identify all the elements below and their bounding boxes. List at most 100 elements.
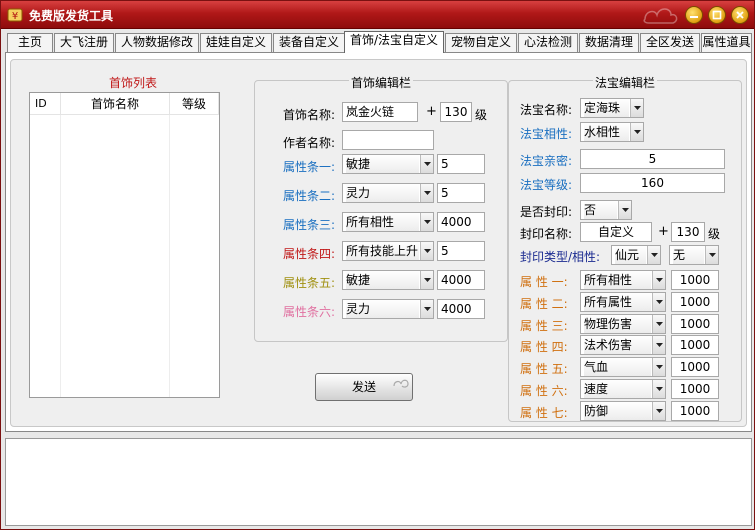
jewelry-attr-value-input[interactable]: 4000 bbox=[437, 212, 485, 232]
treasure-name-select[interactable]: 定海珠 bbox=[580, 98, 644, 118]
tab-data-cleanup[interactable]: 数据清理 bbox=[579, 33, 639, 52]
plus-sign: + bbox=[426, 104, 437, 119]
treasure-attr-select[interactable]: 气血 bbox=[580, 357, 666, 378]
seal-type-label: 封印类型/相性: bbox=[520, 250, 601, 264]
treasure-level-label: 法宝等级: bbox=[520, 178, 573, 192]
treasure-attr-value-input[interactable]: 1000 bbox=[671, 313, 719, 334]
tab-panel: 首饰列表 ID 首饰名称 等级 首饰编辑栏 首饰名称: 岚金火链 + 130 级… bbox=[5, 52, 752, 432]
author-name-label: 作者名称: bbox=[283, 136, 336, 150]
seal-phase-select[interactable]: 无 bbox=[669, 245, 719, 265]
chevron-down-icon bbox=[630, 99, 643, 117]
tab-pet-custom[interactable]: 宠物自定义 bbox=[445, 33, 517, 52]
chevron-down-icon bbox=[420, 300, 433, 318]
treasure-attr-select[interactable]: 所有属性 bbox=[580, 291, 666, 312]
jewelry-attr-select[interactable]: 灵力 bbox=[342, 183, 434, 203]
jewelry-attr-value-input[interactable]: 4000 bbox=[437, 270, 485, 290]
tab-home[interactable]: 主页 bbox=[7, 33, 53, 52]
jewelry-name-input[interactable]: 岚金火链 bbox=[342, 102, 418, 122]
cloud-ornament-icon bbox=[643, 8, 678, 24]
seal-type-select[interactable]: 仙元 bbox=[611, 245, 661, 265]
maximize-icon bbox=[712, 10, 722, 20]
treasure-attr-value-input[interactable]: 1000 bbox=[671, 379, 719, 399]
chevron-down-icon bbox=[652, 314, 665, 333]
tab-equipment-custom[interactable]: 装备自定义 bbox=[273, 33, 345, 52]
chevron-down-icon bbox=[705, 246, 718, 264]
send-button[interactable]: 发送 bbox=[315, 373, 413, 401]
chevron-down-icon bbox=[420, 242, 433, 260]
chevron-down-icon bbox=[652, 271, 665, 289]
treasure-attr-select[interactable]: 速度 bbox=[580, 379, 666, 399]
close-button[interactable] bbox=[731, 6, 749, 24]
tab-doll-custom[interactable]: 娃娃自定义 bbox=[200, 33, 272, 52]
plus-sign: + bbox=[658, 224, 669, 239]
treasure-phase-select[interactable]: 水相性 bbox=[580, 122, 644, 142]
list-column-id[interactable]: ID bbox=[30, 93, 61, 115]
maximize-button[interactable] bbox=[708, 6, 726, 24]
jewelry-attr-select[interactable]: 所有相性 bbox=[342, 212, 434, 232]
panel-frame: 首饰列表 ID 首饰名称 等级 首饰编辑栏 首饰名称: 岚金火链 + 130 级… bbox=[10, 59, 747, 427]
treasure-attr-value-input[interactable]: 1000 bbox=[671, 270, 719, 290]
chevron-down-icon bbox=[420, 155, 433, 173]
tab-attribute-items[interactable]: 属性道具 bbox=[701, 33, 752, 52]
seal-level-unit: 级 bbox=[708, 227, 721, 241]
jewelry-attr-select[interactable]: 敏捷 bbox=[342, 154, 434, 174]
treasure-attr-label: 属 性 三: bbox=[520, 318, 568, 333]
treasure-attr-value-input[interactable]: 1000 bbox=[671, 291, 719, 312]
jewelry-list[interactable]: ID 首饰名称 等级 bbox=[29, 92, 220, 398]
treasure-attr-label: 属 性 一: bbox=[520, 275, 568, 289]
list-column-level[interactable]: 等级 bbox=[170, 93, 219, 115]
tab-global-send[interactable]: 全区发送 bbox=[640, 33, 700, 52]
treasure-attr-label: 属 性 六: bbox=[520, 384, 568, 398]
treasure-attr-select[interactable]: 所有相性 bbox=[580, 270, 666, 290]
title-bar: ¥ 免费版发货工具 bbox=[1, 1, 754, 29]
jewelry-attr-label: 属性条三: bbox=[283, 218, 336, 232]
seal-select[interactable]: 否 bbox=[580, 200, 632, 220]
jewelry-attr-select[interactable]: 灵力 bbox=[342, 299, 434, 319]
treasure-attr-select[interactable]: 物理伤害 bbox=[580, 313, 666, 334]
window-title: 免费版发货工具 bbox=[29, 9, 114, 23]
minimize-button[interactable] bbox=[685, 6, 703, 24]
chevron-down-icon bbox=[618, 201, 631, 219]
jewelry-attr-label: 属性条二: bbox=[283, 189, 336, 203]
treasure-intimacy-input[interactable]: 5 bbox=[580, 149, 725, 169]
treasure-name-label: 法宝名称: bbox=[520, 103, 573, 117]
close-icon bbox=[736, 11, 744, 19]
jewelry-level-input[interactable]: 130 bbox=[440, 102, 472, 122]
jewelry-attr-label: 属性条六: bbox=[283, 305, 336, 319]
treasure-attr-value-input[interactable]: 1000 bbox=[671, 357, 719, 378]
chevron-down-icon bbox=[652, 292, 665, 311]
chevron-down-icon bbox=[652, 336, 665, 355]
treasure-attr-label: 属 性 七: bbox=[520, 405, 568, 420]
treasure-attr-select[interactable]: 法术伤害 bbox=[580, 335, 666, 356]
tab-register[interactable]: 大飞注册 bbox=[54, 33, 114, 52]
treasure-intimacy-label: 法宝亲密: bbox=[520, 154, 573, 168]
seal-level-input[interactable]: 130 bbox=[671, 222, 705, 242]
chevron-down-icon bbox=[420, 184, 433, 202]
minimize-icon bbox=[690, 16, 698, 18]
tab-bar: 主页 大飞注册 人物数据修改 娃娃自定义 装备自定义 首饰/法宝自定义 宠物自定… bbox=[5, 31, 752, 53]
tab-heart-check[interactable]: 心法检测 bbox=[518, 33, 578, 52]
tab-jewelry-treasure[interactable]: 首饰/法宝自定义 bbox=[344, 31, 444, 53]
svg-text:¥: ¥ bbox=[12, 11, 18, 22]
jewelry-attr-label: 属性条五: bbox=[283, 276, 336, 290]
seal-name-input[interactable]: 自定义 bbox=[580, 222, 652, 242]
jewelry-attr-value-input[interactable]: 5 bbox=[437, 183, 485, 203]
list-column-name[interactable]: 首饰名称 bbox=[61, 93, 170, 115]
treasure-attr-select[interactable]: 防御 bbox=[580, 400, 666, 421]
jewelry-attr-select[interactable]: 敏捷 bbox=[342, 270, 434, 290]
treasure-attr-label: 属 性 五: bbox=[520, 362, 568, 377]
chevron-down-icon bbox=[652, 401, 665, 420]
seal-name-label: 封印名称: bbox=[520, 227, 573, 241]
treasure-attr-label: 属 性 四: bbox=[520, 340, 568, 355]
jewelry-attr-value-input[interactable]: 5 bbox=[437, 154, 485, 174]
treasure-attr-value-input[interactable]: 1000 bbox=[671, 335, 719, 356]
treasure-attr-value-input[interactable]: 1000 bbox=[671, 400, 719, 421]
treasure-level-input[interactable]: 160 bbox=[580, 173, 725, 193]
jewelry-attr-select[interactable]: 所有技能上升 bbox=[342, 241, 434, 261]
treasure-attr-label: 属 性 二: bbox=[520, 296, 568, 311]
jewelry-attr-value-input[interactable]: 4000 bbox=[437, 299, 485, 319]
author-name-input[interactable] bbox=[342, 130, 434, 150]
jewelry-attr-value-input[interactable]: 5 bbox=[437, 241, 485, 261]
tab-character-data[interactable]: 人物数据修改 bbox=[115, 33, 199, 52]
log-output-area[interactable] bbox=[5, 438, 752, 526]
